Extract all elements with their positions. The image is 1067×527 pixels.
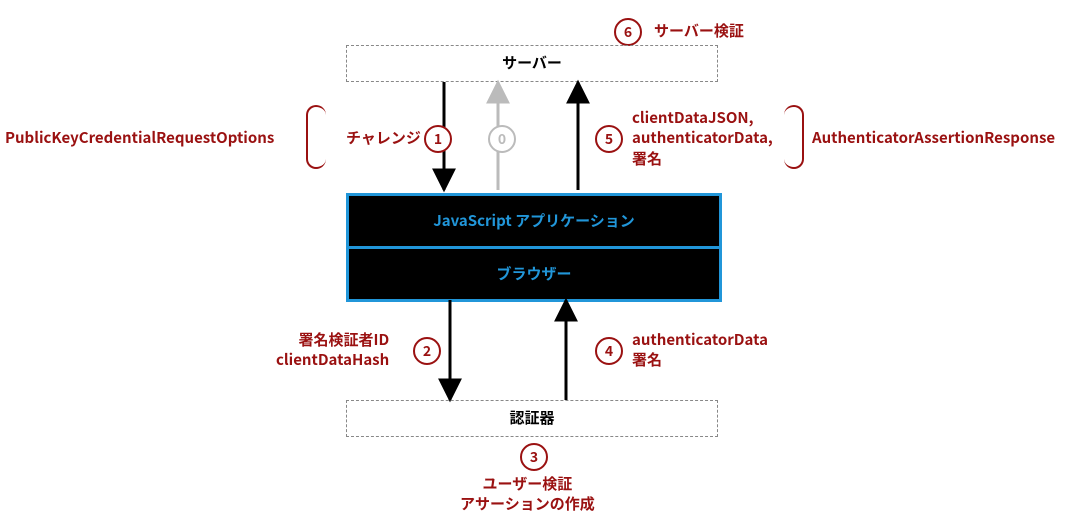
label-2-block: 署名検証者ID clientDataHash: [276, 330, 389, 371]
box-authenticator-label: 認証器: [509, 408, 554, 428]
step-2: 2: [413, 337, 441, 365]
label-rp-id: 署名検証者ID: [299, 329, 390, 350]
label-authenticator-data: authenticatorData: [632, 329, 768, 350]
label-3-block: ユーザー検証 アサーションの作成: [460, 474, 595, 515]
step-3: 3: [520, 443, 548, 471]
label-create-assertion: アサーションの作成: [460, 493, 595, 514]
label-4-block: authenticatorData 署名: [632, 330, 768, 371]
label-client-data-hash: clientDataHash: [276, 349, 389, 370]
box-authenticator: 認証器: [346, 400, 718, 437]
label-signature-4: 署名: [632, 349, 662, 370]
label-user-verify: ユーザー検証: [483, 473, 573, 494]
diagram-stage: 6 サーバー検証 サーバー チャレンジ 1 0 5 clientDataJSON…: [0, 0, 1067, 527]
step-4: 4: [595, 337, 623, 365]
